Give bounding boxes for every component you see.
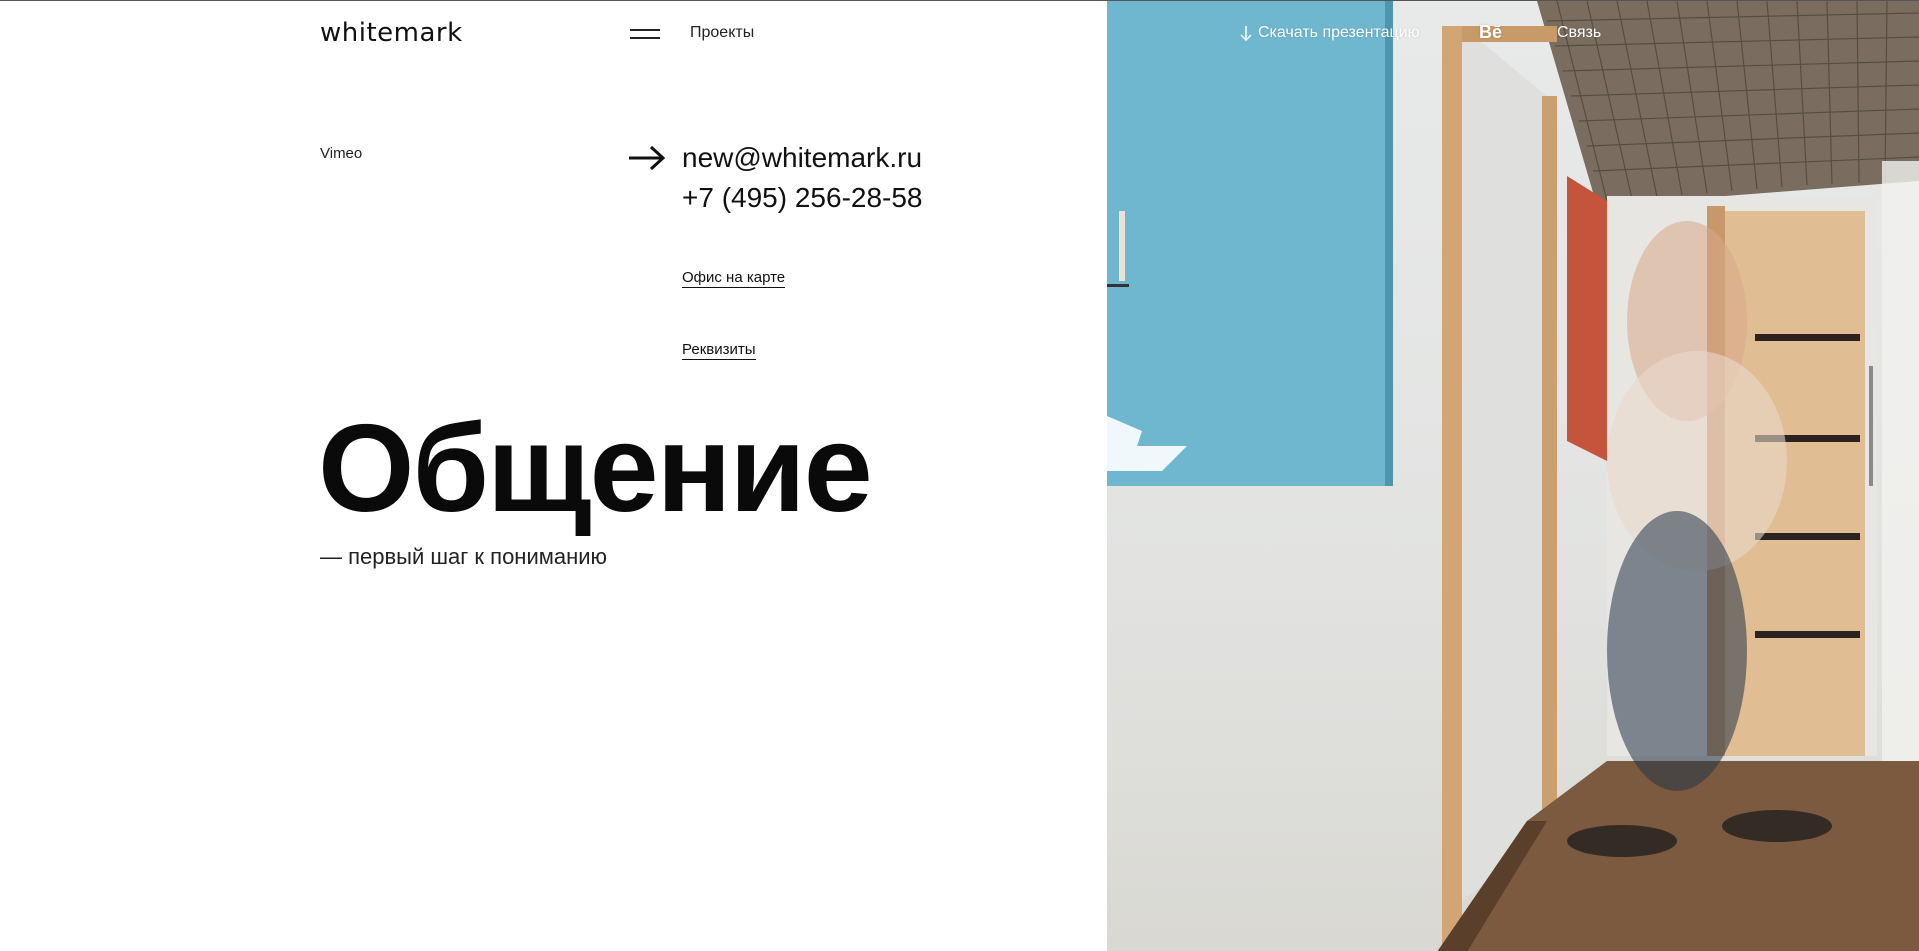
logo[interactable]: whitemark xyxy=(320,18,463,48)
email-link[interactable]: new@whitemark.ru xyxy=(682,142,922,174)
arrow-down-icon xyxy=(1240,26,1252,41)
phone-link[interactable]: +7 (495) 256-28-58 xyxy=(682,182,923,214)
office-photo-illustration xyxy=(1107,1,1919,951)
arrow-right-icon xyxy=(629,145,666,171)
nav-projects-link[interactable]: Проекты xyxy=(690,24,754,42)
download-presentation-link[interactable]: Скачать презентацию xyxy=(1240,24,1420,42)
office-photo xyxy=(1107,1,1919,951)
requisites-link[interactable]: Реквизиты xyxy=(682,341,756,360)
contact-link[interactable]: Связь xyxy=(1557,24,1601,42)
hamburger-icon[interactable] xyxy=(630,29,660,41)
vimeo-link[interactable]: Vimeo xyxy=(320,145,362,162)
download-label: Скачать презентацию xyxy=(1258,24,1420,41)
office-map-link[interactable]: Офис на карте xyxy=(682,269,786,288)
page-subtitle: — первый шаг к пониманию xyxy=(320,544,608,569)
behance-link[interactable]: Bē xyxy=(1479,22,1502,43)
page-title: Общение xyxy=(318,400,873,538)
